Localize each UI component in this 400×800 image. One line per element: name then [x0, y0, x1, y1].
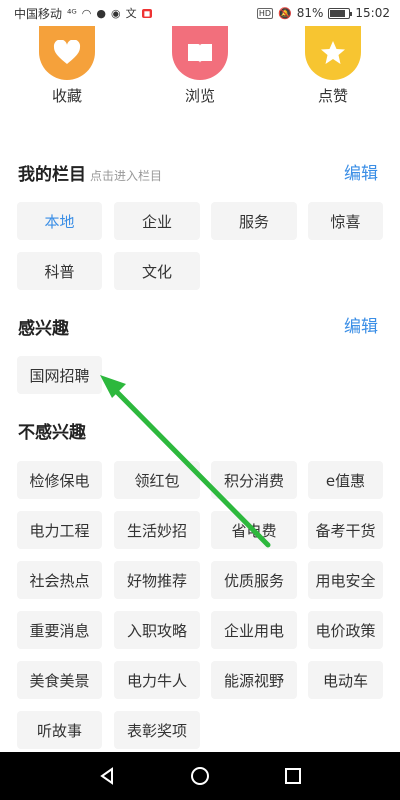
- hd-icon: HD: [256, 7, 274, 19]
- system-nav-bar: [0, 752, 400, 800]
- mute-icon: 🔕: [278, 6, 292, 20]
- book-icon: [172, 26, 228, 80]
- clock: 15:02: [355, 6, 390, 20]
- not-interested-chip[interactable]: 备考干货: [308, 511, 383, 549]
- not-interested-chip[interactable]: e值惠: [308, 461, 383, 499]
- app-badge-icon: ◼: [141, 8, 153, 18]
- star-icon: [305, 26, 361, 80]
- not-interested-chip[interactable]: 听故事: [17, 711, 102, 749]
- not-interested-chip[interactable]: 检修保电: [17, 461, 102, 499]
- home-icon[interactable]: [180, 756, 220, 796]
- not-interested-chip[interactable]: 用电安全: [308, 561, 383, 599]
- not-interested-chip[interactable]: 好物推荐: [114, 561, 200, 599]
- status-bar: 中国移动 ⁴ᴳ ◠ ● ◉ 文 ◼ HD 🔕 81% 15:02: [0, 0, 400, 26]
- recents-icon[interactable]: [273, 756, 313, 796]
- interested-title: 感兴趣: [18, 319, 69, 339]
- column-chip-service[interactable]: 服务: [211, 202, 297, 240]
- not-interested-chip[interactable]: 生活妙招: [114, 511, 200, 549]
- likes-button[interactable]: 点赞: [293, 26, 373, 106]
- not-interested-chip[interactable]: 优质服务: [211, 561, 297, 599]
- not-interested-chip[interactable]: 领红包: [114, 461, 200, 499]
- not-interested-chip[interactable]: 入职攻略: [114, 611, 200, 649]
- column-chip-science[interactable]: 科普: [17, 252, 102, 290]
- my-columns-title: 我的栏目 点击进入栏目: [18, 160, 162, 185]
- not-interested-title: 不感兴趣: [18, 423, 86, 443]
- battery-percent: 81%: [296, 6, 324, 20]
- column-chip-surprise[interactable]: 惊喜: [308, 202, 383, 240]
- favorites-label: 收藏: [51, 87, 82, 105]
- message-icon: ●: [96, 6, 107, 20]
- notification-icon: ◉: [111, 6, 121, 20]
- signal-icon: ⁴ᴳ: [67, 6, 77, 20]
- not-interested-chip[interactable]: 积分消费: [211, 461, 297, 499]
- my-columns-edit-button[interactable]: 编辑: [344, 159, 378, 184]
- column-chip-culture[interactable]: 文化: [114, 252, 200, 290]
- column-chip-enterprise[interactable]: 企业: [114, 202, 200, 240]
- carrier-name: 中国移动: [14, 6, 63, 21]
- favorites-button[interactable]: 收藏: [27, 26, 107, 106]
- interested-edit-button[interactable]: 编辑: [344, 312, 378, 337]
- not-interested-chip[interactable]: 电力工程: [17, 511, 102, 549]
- interested-chip-recruitment[interactable]: 国网招聘: [17, 356, 102, 394]
- not-interested-chip[interactable]: 美食美景: [17, 661, 102, 699]
- my-columns-hint: 点击进入栏目: [90, 169, 163, 183]
- not-interested-chip[interactable]: 社会热点: [17, 561, 102, 599]
- not-interested-chip[interactable]: 企业用电: [211, 611, 297, 649]
- not-interested-chip[interactable]: 省电费: [211, 511, 297, 549]
- back-icon[interactable]: [87, 756, 127, 796]
- wifi-icon: ◠: [81, 6, 92, 20]
- not-interested-chip[interactable]: 能源视野: [211, 661, 297, 699]
- not-interested-chip[interactable]: 电动车: [308, 661, 383, 699]
- app-icon: 文: [125, 6, 137, 20]
- quick-actions: 收藏 浏览 点赞: [0, 26, 400, 118]
- not-interested-chip[interactable]: 电价政策: [308, 611, 383, 649]
- battery-icon: [328, 7, 353, 19]
- likes-label: 点赞: [317, 87, 348, 105]
- not-interested-chip[interactable]: 电力牛人: [114, 661, 200, 699]
- browse-button[interactable]: 浏览: [160, 26, 240, 106]
- browse-label: 浏览: [184, 87, 215, 105]
- heart-icon: [39, 26, 95, 80]
- column-chip-local[interactable]: 本地: [17, 202, 102, 240]
- my-columns-heading: 我的栏目: [18, 165, 86, 185]
- not-interested-chip[interactable]: 表彰奖项: [114, 711, 200, 749]
- not-interested-chip[interactable]: 重要消息: [17, 611, 102, 649]
